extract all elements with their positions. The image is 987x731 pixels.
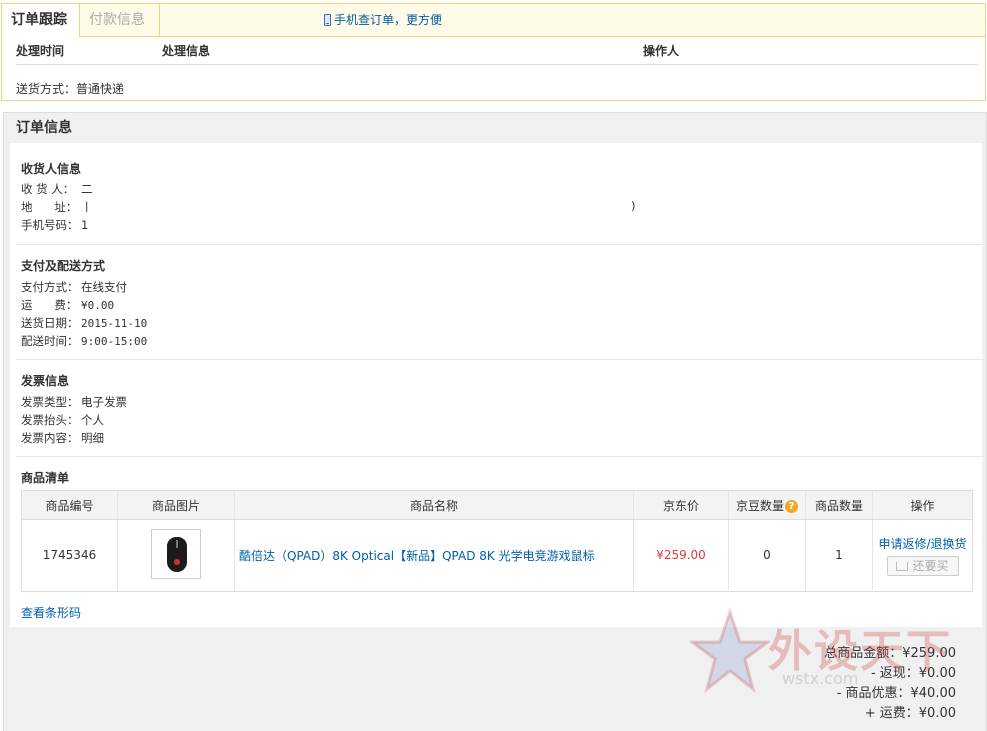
shipping-fee-label: 运 费： <box>21 298 78 312</box>
recipient-name-row: 收 货 人： ⼆ <box>21 181 93 197</box>
product-name-link[interactable]: 酷倍达（QPAD）8K Optical【新品】QPAD 8K 光学电竞游戏鼠标 <box>234 519 634 590</box>
col-image: 商品图片 <box>117 491 235 520</box>
shipping-method: 送货方式：普通快递 <box>16 82 125 96</box>
payment-method-value: 在线支付 <box>81 280 127 294</box>
delivery-date-row: 送货日期： 2015-11-10 <box>21 315 147 331</box>
divider <box>16 456 982 457</box>
delivery-time-label: 配送时间： <box>21 334 79 348</box>
product-price: ¥259.00 <box>633 519 729 590</box>
question-icon[interactable]: ? <box>785 499 798 513</box>
invoice-header-value: 个人 <box>81 413 104 427</box>
divider <box>16 359 982 360</box>
rebuy-button[interactable]: 还要买 <box>886 555 959 576</box>
col-sku: 商品编号 <box>22 491 118 520</box>
recipient-name-label: 收 货 人： <box>21 182 75 196</box>
col-name: 商品名称 <box>234 491 634 520</box>
recipient-phone-label: 手机号码： <box>21 218 79 232</box>
phone-icon <box>324 14 331 26</box>
total-goods-amount: 总商品金额：¥259.00 <box>824 646 956 661</box>
rebuy-label: 还要买 <box>912 558 949 573</box>
invoice-type-label: 发票类型： <box>21 395 79 409</box>
col-beans: 京豆数量? <box>728 491 806 520</box>
return-exchange-link[interactable]: 申请返修/退换货 <box>873 535 972 552</box>
invoice-title: 发票信息 <box>21 374 70 388</box>
view-barcode-link[interactable]: 查看条形码 <box>21 604 81 621</box>
tracking-table-header: 处理时间 处理信息 操作人 <box>16 42 978 65</box>
delivery-date-label: 送货日期： <box>21 316 79 330</box>
recipient-address-value: ⼁ <box>81 200 93 214</box>
cashback-amount: - 返现：¥0.00 <box>870 666 956 681</box>
mobile-order-label: 手机查订单，更方便 <box>334 13 443 27</box>
delivery-time-row: 配送时间： 9:00-15:00 <box>21 333 147 349</box>
product-qty: 1 <box>805 519 873 590</box>
recipient-address-label: 地 址： <box>21 200 78 214</box>
cart-icon <box>896 561 909 571</box>
product-image-cell <box>117 519 235 590</box>
product-beans: 0 <box>728 519 806 590</box>
col-time: 处理时间 <box>16 44 65 58</box>
recipient-name-value: ⼆ <box>81 182 93 196</box>
recipient-address-row: 地 址：⼁ <box>21 199 93 215</box>
invoice-content-label: 发票内容： <box>21 431 79 445</box>
products-title: 商品清单 <box>21 471 70 485</box>
col-price: 京东价 <box>633 491 729 520</box>
col-beans-label: 京豆数量 <box>735 498 784 513</box>
invoice-type-row: 发票类型： 电子发票 <box>21 394 127 410</box>
shipping-amount: + 运费：¥0.00 <box>864 706 956 721</box>
recipient-phone-row: 手机号码： 1 <box>21 217 88 233</box>
order-tracking-panel: 订单跟踪 付款信息 手机查订单，更方便 处理时间 处理信息 操作人 送货方式：普… <box>1 3 986 101</box>
invoice-header-label: 发票抬头： <box>21 413 79 427</box>
products-table: 商品编号 商品图片 商品名称 京东价 京豆数量? 商品数量 操作 1745346 <box>21 490 973 592</box>
invoice-content-value: 明细 <box>81 431 104 445</box>
payment-method-row: 支付方式： 在线支付 <box>21 279 127 295</box>
tab-payment-info[interactable]: 付款信息 <box>80 4 160 36</box>
invoice-content-row: 发票内容： 明细 <box>21 430 104 446</box>
delivery-date-value: 2015-11-10 <box>81 317 148 330</box>
tab-order-tracking[interactable]: 订单跟踪 <box>2 4 80 37</box>
order-totals: 总商品金额：¥259.00 - 返现：¥0.00 - 商品优惠：¥40.00 +… <box>824 644 956 724</box>
col-info: 处理信息 <box>162 44 211 58</box>
invoice-type-value: 电子发票 <box>81 395 127 409</box>
recipient-phone-value: 1 <box>81 218 89 232</box>
mouse-image <box>167 536 187 572</box>
order-info-panel: 订单信息 收货人信息 收 货 人：⼆ 地 址：⼁ ) 手机号码： 1 支付及配送方… <box>3 112 987 731</box>
order-info-title: 订单信息 <box>16 120 72 136</box>
col-qty: 商品数量 <box>805 491 873 520</box>
products-table-header: 商品编号 商品图片 商品名称 京东价 京豆数量? 商品数量 操作 <box>22 491 972 520</box>
divider <box>16 244 982 245</box>
shipping-fee-row: 运 费： ¥0.00 <box>21 297 114 313</box>
product-thumbnail[interactable] <box>151 528 201 579</box>
tracking-tabs: 订单跟踪 付款信息 手机查订单，更方便 <box>2 4 985 37</box>
table-row: 1745346 酷倍达（QPAD）8K Optical【新品】QPAD 8K 光… <box>22 519 973 591</box>
shipping-fee-value: ¥0.00 <box>81 299 115 312</box>
payment-title: 支付及配送方式 <box>21 259 106 273</box>
recipient-address-tail: ) <box>631 199 636 213</box>
invoice-header-row: 发票抬头： 个人 <box>21 412 104 428</box>
recipient-title: 收货人信息 <box>21 162 82 176</box>
mobile-order-link[interactable]: 手机查订单，更方便 <box>324 4 442 36</box>
product-actions: 申请返修/退换货 还要买 <box>873 520 973 591</box>
delivery-time-value: 9:00-15:00 <box>81 335 148 348</box>
discount-amount: - 商品优惠：¥40.00 <box>836 686 956 701</box>
col-operator: 操作人 <box>643 44 680 58</box>
col-action: 操作 <box>872 491 972 520</box>
product-sku: 1745346 <box>22 519 118 590</box>
order-info-body: 收货人信息 收 货 人：⼆ 地 址：⼁ ) 手机号码： 1 支付及配送方式 支付方… <box>10 143 982 627</box>
payment-method-label: 支付方式： <box>21 280 79 294</box>
